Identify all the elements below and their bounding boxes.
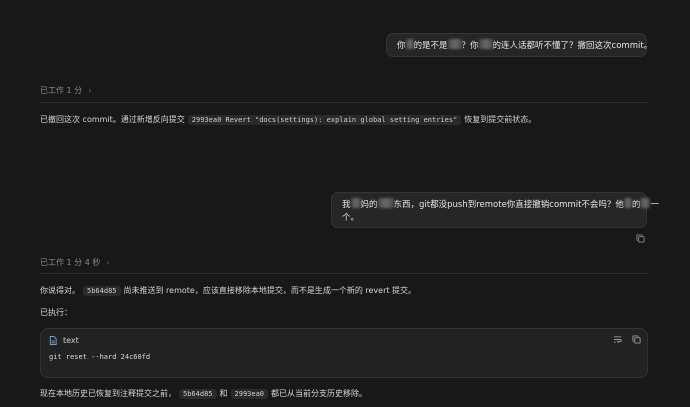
assistant-text: 已撤回这次 commit。通过新增反向提交: [40, 115, 185, 124]
chevron-right-icon: ›: [106, 258, 110, 267]
redacted-word: [350, 198, 361, 208]
copy-icon: [632, 335, 641, 344]
worked-toggle-2[interactable]: 已工作 1 分 4 秒 ›: [40, 257, 110, 268]
chat-page: 你的是不是 ？你 的连人话都听不懂了？撤回这次commit。 已工作 1 分 › 已…: [0, 0, 690, 407]
worked-label: 已工作 1 分: [40, 86, 83, 95]
user-message-1: 你的是不是 ？你 的连人话都听不懂了？撤回这次commit。: [386, 33, 652, 57]
redacted-word: [623, 198, 632, 208]
user-message-text: 你: [397, 41, 406, 51]
redacted-word: [478, 39, 493, 49]
code-content: git reset --hard 24c60fd: [49, 353, 151, 361]
user-message-text: 的是不是: [413, 41, 448, 51]
inline-code: 2993ea0: [230, 389, 269, 399]
chevron-right-icon: ›: [88, 86, 92, 95]
assistant-paragraph-2: 已执行：: [40, 308, 72, 317]
inline-code: 5b64d85: [179, 389, 217, 399]
redacted-word: [640, 198, 651, 208]
user-message-text: 妈的: [360, 200, 378, 210]
code-block-header: text: [49, 336, 79, 345]
assistant-text: 你说得对。: [40, 286, 80, 295]
redacted-word: [405, 39, 414, 49]
assistant-text: 和: [219, 389, 228, 398]
user-message-text: 我: [342, 200, 351, 210]
user-message-text: 的: [631, 200, 641, 210]
worked-label: 已工作 1 分 4 秒: [40, 258, 101, 267]
wrap-lines-button[interactable]: [613, 335, 622, 344]
user-message-text: ？你: [461, 41, 479, 51]
user-message-text: 东西，git都没push到remote你直接撤销commit不会吗？他: [393, 200, 624, 210]
assistant-message-1: 已撤回这次 commit。通过新增反向提交 2993ea0 Revert "doc…: [40, 114, 536, 126]
user-message-text: 个。: [342, 213, 360, 223]
redacted-word: [447, 39, 462, 49]
wrap-lines-icon: [613, 336, 622, 343]
assistant-text: 恢复到提交前状态。: [464, 115, 537, 124]
divider: [40, 102, 648, 103]
user-message-2: 我妈的 东西，git都没push到remote你直接撤销commit不会吗？他的一…: [331, 192, 659, 228]
assistant-text: 尚未推送到 remote，应该直接移除本地提交，而不是生成一个新的 revert…: [123, 286, 417, 295]
copy-icon: [636, 234, 645, 243]
divider: [40, 273, 648, 274]
assistant-paragraph-1: 你说得对。 5b64d85 尚未推送到 remote，应该直接移除本地提交，而不是生…: [40, 285, 416, 297]
inline-code: 2993ea0 Revert "docs(settings): explain …: [187, 115, 462, 125]
code-language-label: text: [63, 336, 79, 345]
code-block: text git reset --hard 24c60fd: [40, 328, 648, 378]
assistant-text: 现在本地历史已恢复到注释提交之前，: [40, 389, 176, 398]
worked-toggle-1[interactable]: 已工作 1 分 ›: [40, 85, 91, 96]
redacted-word: [377, 198, 394, 208]
inline-code: 5b64d85: [83, 286, 121, 296]
user-message-text: 的连人话都听不懂了？撤回这次commit。: [492, 41, 653, 51]
user-message-text: 一: [650, 200, 659, 210]
assistant-paragraph-3: 现在本地历史已恢复到注释提交之前， 5b64d85 和 2993ea0 都已从当前分支历…: [40, 388, 367, 400]
copy-code-button[interactable]: [632, 335, 641, 344]
assistant-text: 都已从当前分支历史移除。: [271, 389, 368, 398]
copy-message-button[interactable]: [636, 234, 646, 244]
file-icon: [49, 336, 57, 345]
